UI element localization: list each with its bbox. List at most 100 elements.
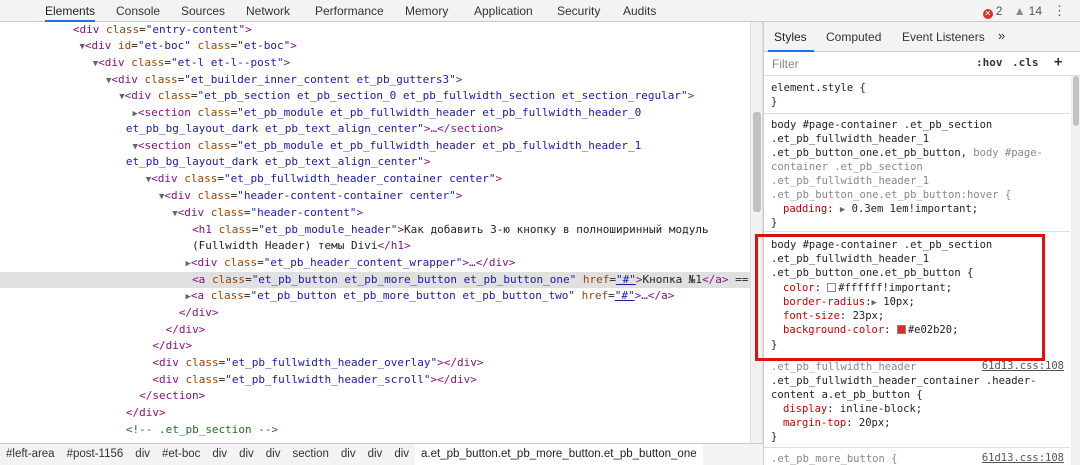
dom-node-continued[interactable]: (Fullwidth Header) темы Divi</h1> [0,238,750,254]
dom-node[interactable]: ▼<section class="et_pb_module et_pb_full… [0,138,750,154]
dom-node[interactable]: <h1 class="et_pb_module_header">Как доба… [0,222,750,238]
filter-input[interactable] [770,55,960,73]
tab-console[interactable]: Console [116,0,160,22]
stylesheet-link[interactable]: 61d13.css:108 [982,452,1064,464]
css-declaration[interactable]: background-color: #e02b20; [783,323,958,337]
rule-selector[interactable]: .et_pb_button_one.et_pb_button, body #pa… [771,146,1043,160]
dom-node[interactable]: ▼<div class="et_builder_inner_content et… [0,72,750,88]
rule-selector[interactable]: body #page-container .et_pb_section [771,118,992,132]
new-rule-button[interactable]: + [1054,54,1062,70]
style-rule[interactable]: .et_pb_more_button { 61d13.css:108 [764,450,1070,465]
tab-application[interactable]: Application [474,0,533,22]
elements-scrollbar[interactable] [750,22,763,443]
tab-network[interactable]: Network [246,0,290,22]
dom-node[interactable]: ▼<div class="header-content-container ce… [0,188,750,204]
tab-performance[interactable]: Performance [315,0,384,22]
breadcrumb-item[interactable]: div [362,444,389,465]
dom-node[interactable]: ▶<div class="et_pb_header_content_wrappe… [0,255,750,271]
dom-node[interactable]: <div class="entry-content"> [0,22,750,38]
css-declaration[interactable]: margin-top: 20px; [783,416,890,430]
breadcrumb-item[interactable]: div [388,444,415,465]
rule-selector[interactable]: .et_pb_fullwidth_header_1 [771,174,929,188]
dom-comment[interactable]: <!-- .et_pb_section --> [0,422,750,438]
style-rule[interactable]: body #page-container .et_pb_section .et_… [764,116,1070,232]
dom-node[interactable]: <div class="et_pb_fullwidth_header_scrol… [0,372,750,388]
tab-event-listeners[interactable]: Event Listeners [902,30,985,44]
css-declaration[interactable]: font-size: 23px; [783,309,884,323]
rule-selector[interactable]: .et_pb_fullwidth_header_1 [771,132,929,146]
rule-close: } [771,217,778,229]
color-swatch[interactable] [896,325,906,334]
rule-selector[interactable]: .et_pb_more_button { [771,452,897,465]
breadcrumb-item[interactable]: #post-1156 [61,444,130,465]
tab-security[interactable]: Security [557,0,600,22]
rule-selector[interactable]: content a.et_pb_button { [771,388,923,402]
tab-styles[interactable]: Styles [774,30,807,44]
color-swatch[interactable] [827,283,837,292]
dom-node-continued[interactable]: et_pb_bg_layout_dark et_pb_text_align_ce… [0,121,750,137]
elements-tree[interactable]: <div class="entry-content"> ▼<div id="et… [0,22,750,443]
dom-node-close[interactable]: </div> [0,305,750,321]
kebab-menu-icon[interactable]: ⋮ [1053,0,1066,22]
rule-selector[interactable]: .et_pb_button_one.et_pb_button:hover { [771,188,1011,202]
rule-close: } [771,96,778,108]
dom-node[interactable]: ▼<div class="et-l et-l--post"> [0,55,750,71]
rule-selector[interactable]: .et_pb_fullwidth_header_1 [771,252,929,266]
breadcrumb-item[interactable]: div [129,444,156,465]
tab-sources[interactable]: Sources [181,0,225,22]
cls-toggle[interactable]: .cls [1012,56,1039,69]
hov-toggle[interactable]: :hov [976,56,1003,69]
scrollbar-thumb[interactable] [1073,76,1079,126]
breadcrumb-item[interactable]: section [286,444,334,465]
css-declaration[interactable]: padding: ▶ 0.3em 1em!important; [783,202,978,216]
css-declaration[interactable]: border-radius:▶ 10px; [783,295,915,309]
style-rule-element[interactable]: element.style { } [764,76,1070,114]
issue-counters[interactable]: ✕ 2 ▲ 14 [982,0,1042,22]
rule-selector[interactable]: .et_pb_button_one.et_pb_button { [771,266,973,280]
styles-pane: Styles Computed Event Listeners » :hov .… [763,22,1080,465]
breadcrumb: #left-area #post-1156 div #et-boc div div div s… [0,443,763,465]
dom-node-close[interactable]: </div> [0,405,750,421]
dom-node-close[interactable]: </div> [0,322,750,338]
breadcrumb-item-current[interactable]: a.et_pb_button.et_pb_more_button.et_pb_b… [415,444,703,465]
dom-node[interactable]: ▼<div id="et-boc" class="et-boc"> [0,38,750,54]
rule-selector[interactable]: .et_pb_fullwidth_header [771,360,916,374]
rule-close: } [771,431,778,443]
breadcrumb-item[interactable]: #et-boc [156,444,206,465]
tab-memory[interactable]: Memory [405,0,448,22]
dom-node-close[interactable]: </section> [0,388,750,404]
dom-node[interactable]: ▶<section class="et_pb_module et_pb_full… [0,105,750,121]
css-declaration[interactable]: display: inline-block; [783,402,922,416]
dom-node[interactable]: ▼<div class="header-content"> [0,205,750,221]
sidebar-tabbar: Styles Computed Event Listeners » [764,22,1080,52]
warning-count: 14 [1028,4,1042,18]
error-icon: ✕ [982,9,993,19]
breadcrumb-item[interactable]: div [233,444,260,465]
css-declaration[interactable]: color: #ffffff!important; [783,281,952,295]
dom-node[interactable]: ▼<div class="et_pb_section et_pb_section… [0,88,750,104]
chevron-double-right-icon[interactable]: » [998,28,1005,43]
dom-node[interactable]: ▼<div class="et_pb_fullwidth_header_cont… [0,171,750,187]
breadcrumb-item[interactable]: div [335,444,362,465]
dom-node[interactable]: ▶<a class="et_pb_button et_pb_more_butto… [0,288,750,304]
rule-selector[interactable]: body #page-container .et_pb_section [771,238,992,252]
devtools-tabbar: Elements Console Sources Network Perform… [0,0,1080,22]
style-rule-highlighted[interactable]: body #page-container .et_pb_section .et_… [764,236,1070,356]
rule-selector[interactable]: .et_pb_fullwidth_header_container .heade… [771,374,1037,388]
breadcrumb-item[interactable]: div [206,444,233,465]
dom-node-close[interactable]: </div> [0,338,750,354]
breadcrumb-item[interactable]: div [260,444,287,465]
breadcrumb-item[interactable]: #left-area [0,444,61,465]
tab-audits[interactable]: Audits [623,0,656,22]
scrollbar-thumb[interactable] [753,112,761,212]
stylesheet-link[interactable]: 61d13.css:108 [982,360,1064,372]
styles-scrollbar[interactable] [1071,76,1080,465]
dom-node-selected[interactable]: <a class="et_pb_button et_pb_more_button… [0,272,750,288]
dom-node[interactable]: <div class="et_pb_fullwidth_header_overl… [0,355,750,371]
rule-selector[interactable]: element.style { [771,81,866,95]
style-rule[interactable]: .et_pb_fullwidth_header 61d13.css:108 .e… [764,358,1070,448]
dom-node-continued[interactable]: et_pb_bg_layout_dark et_pb_text_align_ce… [0,154,750,170]
tab-computed[interactable]: Computed [826,30,881,44]
rule-selector[interactable]: container .et_pb_section [771,160,923,174]
tab-elements[interactable]: Elements [45,0,96,22]
